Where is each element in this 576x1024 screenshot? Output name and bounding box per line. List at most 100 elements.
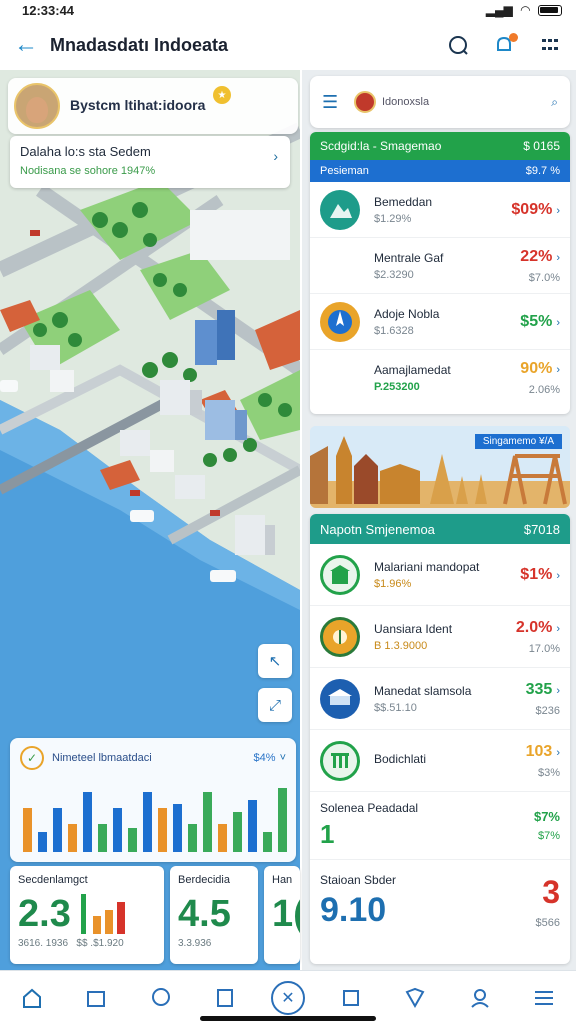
list-item-value-2: $566	[535, 916, 560, 929]
chevron-right-icon: ›	[556, 251, 560, 264]
list-item[interactable]: Staioan Sbder 9.10 3 $566	[310, 860, 570, 942]
list-item[interactable]: Solenea Peadadal 1 $7% $7%	[310, 792, 570, 860]
leaf-icon	[320, 616, 360, 657]
list-item-sub: $2.3290	[374, 268, 414, 281]
status-time: 12:33:44	[22, 2, 75, 18]
stat-card-1[interactable]: Secdenlamgct 2.3 3616. 1936 $$ .$1.920	[10, 866, 164, 964]
list-item-value: 103	[525, 742, 553, 760]
list-item-icon	[320, 358, 360, 398]
list-item[interactable]: Adoje Nobla $1.6328 $5% ›	[310, 294, 570, 350]
chart-bar	[23, 808, 32, 852]
map-navigation-button[interactable]: ↖	[258, 644, 292, 678]
compass-icon	[320, 301, 360, 342]
stat-value: 2.3	[18, 893, 71, 935]
menu-icon[interactable]: ☰	[322, 92, 354, 113]
section-1-header[interactable]: Scdgid:la - Smagemao $ 0165	[310, 132, 570, 160]
chevron-right-icon: ›	[556, 569, 560, 582]
chevron-down-icon[interactable]: ˅	[280, 752, 286, 764]
stat-label: Secdenlamgct	[18, 874, 88, 886]
section-2-header[interactable]: Napotn Smjenemoa $7018	[310, 514, 570, 544]
location-subtitle: Nodisana se sohore 1947%	[20, 165, 156, 177]
shield-icon[interactable]	[397, 980, 433, 1016]
help-icon[interactable]	[446, 33, 470, 57]
list-item-value: 3	[542, 873, 560, 910]
user-card[interactable]: Bystcm ltihat:idoora ★	[8, 78, 298, 134]
list-item-name: Aamajlamedat	[374, 363, 451, 377]
section-1-title: Scdgid:la - Smagemao	[320, 139, 442, 153]
list-item[interactable]: Mentrale Gaf $2.3290 22% › $7.0%	[310, 238, 570, 294]
list-item[interactable]: Manedat slamsola $$.51.10 335 › $236	[310, 668, 570, 730]
list-item[interactable]: Aamajlamedat P.253200 90% › 2.06%	[310, 350, 570, 406]
map-icon[interactable]	[333, 980, 369, 1016]
signal-icon: ▂▄▆	[485, 3, 513, 17]
status-icons: ▂▄▆ ◠	[486, 3, 562, 17]
list-item-sub: $1.96%	[374, 577, 412, 590]
list-item-sub: $$.51.10	[374, 701, 417, 714]
list-item-sub: B 1.3.9000	[374, 639, 428, 652]
chart-title: Nimeteel lbmaatdaci	[52, 752, 152, 764]
search-icon[interactable]: ⌕	[551, 95, 558, 110]
notification-icon[interactable]	[492, 33, 518, 57]
list-item-value-2: $3%	[537, 766, 560, 779]
list-item[interactable]: Bodichlati 103 › $3%	[310, 730, 570, 792]
user-card-title: Bystcm ltihat:idoora	[70, 96, 206, 113]
chart-card[interactable]: ✓ Nimeteel lbmaatdaci $4% ˅	[10, 738, 296, 862]
user-icon[interactable]	[462, 980, 498, 1016]
list-item[interactable]: Bemeddan $1.29% $09% ›	[310, 182, 570, 238]
list-item-name: Mentrale Gaf	[374, 250, 444, 265]
list-item-name: Bodichlati	[374, 751, 427, 766]
list-item[interactable]: Uansiara Ident B 1.3.9000 2.0% › 17.0%	[310, 606, 570, 668]
map-layers-button[interactable]: ⤢	[258, 688, 292, 722]
back-arrow-icon[interactable]: ←	[14, 31, 50, 59]
chart-bar	[113, 808, 122, 852]
list-item-value: $1%	[520, 565, 553, 583]
chevron-right-icon: ›	[556, 364, 560, 376]
list-item-value: 90%	[520, 360, 553, 377]
list-item[interactable]: Malariani mandopat $1.96% $1% ›	[310, 544, 570, 606]
stat-card-2[interactable]: Berdecidia 4.5 3.3.936	[170, 866, 258, 964]
list-item-value-2: 17.0%	[528, 642, 560, 655]
grid-icon[interactable]	[538, 33, 562, 57]
calendar-icon[interactable]	[78, 980, 114, 1016]
list-item-sub: $1.29%	[374, 212, 412, 225]
section-1-subtitle: Pesieman	[320, 165, 369, 177]
stat-card-3[interactable]: Han 1(	[264, 866, 300, 964]
panel-header: ☰ Idonoxsla ⌕	[310, 76, 570, 128]
section-1-value: $ 0165	[523, 139, 560, 153]
logo-icon	[354, 91, 376, 113]
chart-bar	[68, 824, 77, 852]
list-item-value-2: $7%	[537, 830, 560, 842]
chart-bar	[38, 832, 47, 852]
chart-bar	[233, 812, 242, 852]
battery-icon	[538, 4, 562, 16]
list-item-value: 335	[525, 680, 553, 698]
bar-chart	[23, 788, 287, 852]
home-indicator	[200, 1016, 376, 1021]
chart-bar	[278, 788, 287, 852]
landmark-banner[interactable]: Singamemo ¥/A	[310, 426, 570, 508]
list-item-name: Malariani mandopat	[374, 559, 480, 574]
list-item-value: 22%	[520, 247, 553, 265]
badge-icon: ★	[213, 86, 231, 104]
right-panel: ☰ Idonoxsla ⌕ Scdgid:la - Smagemao $ 016…	[302, 70, 576, 970]
chevron-right-icon: ›	[556, 622, 560, 635]
chart-bar	[203, 792, 212, 852]
stat-foot: 3.3.936	[178, 938, 212, 949]
section-1: Scdgid:la - Smagemao $ 0165 Pesieman $9.…	[310, 132, 570, 414]
home-icon[interactable]	[14, 980, 50, 1016]
menu-icon[interactable]	[526, 980, 562, 1016]
pillars-icon	[320, 740, 360, 781]
chart-bar	[263, 832, 272, 852]
chat-icon[interactable]	[143, 980, 179, 1016]
close-icon[interactable]: ✕	[270, 980, 305, 1015]
chart-bar	[143, 792, 152, 852]
chevron-right-icon: ›	[273, 148, 278, 164]
list-item-icon	[320, 246, 360, 286]
section-2-title: Napotn Smjenemoa	[320, 521, 435, 537]
location-card[interactable]: Dalaha lo:s sta Sedem Nodisana se sohore…	[10, 136, 290, 188]
list-item-name: Staioan Sbder	[320, 872, 397, 887]
chart-value: $4%	[253, 752, 276, 764]
file-icon[interactable]	[207, 980, 243, 1016]
status-bar: 12:33:44 ▂▄▆ ◠	[0, 0, 576, 20]
chart-bar	[188, 824, 197, 852]
